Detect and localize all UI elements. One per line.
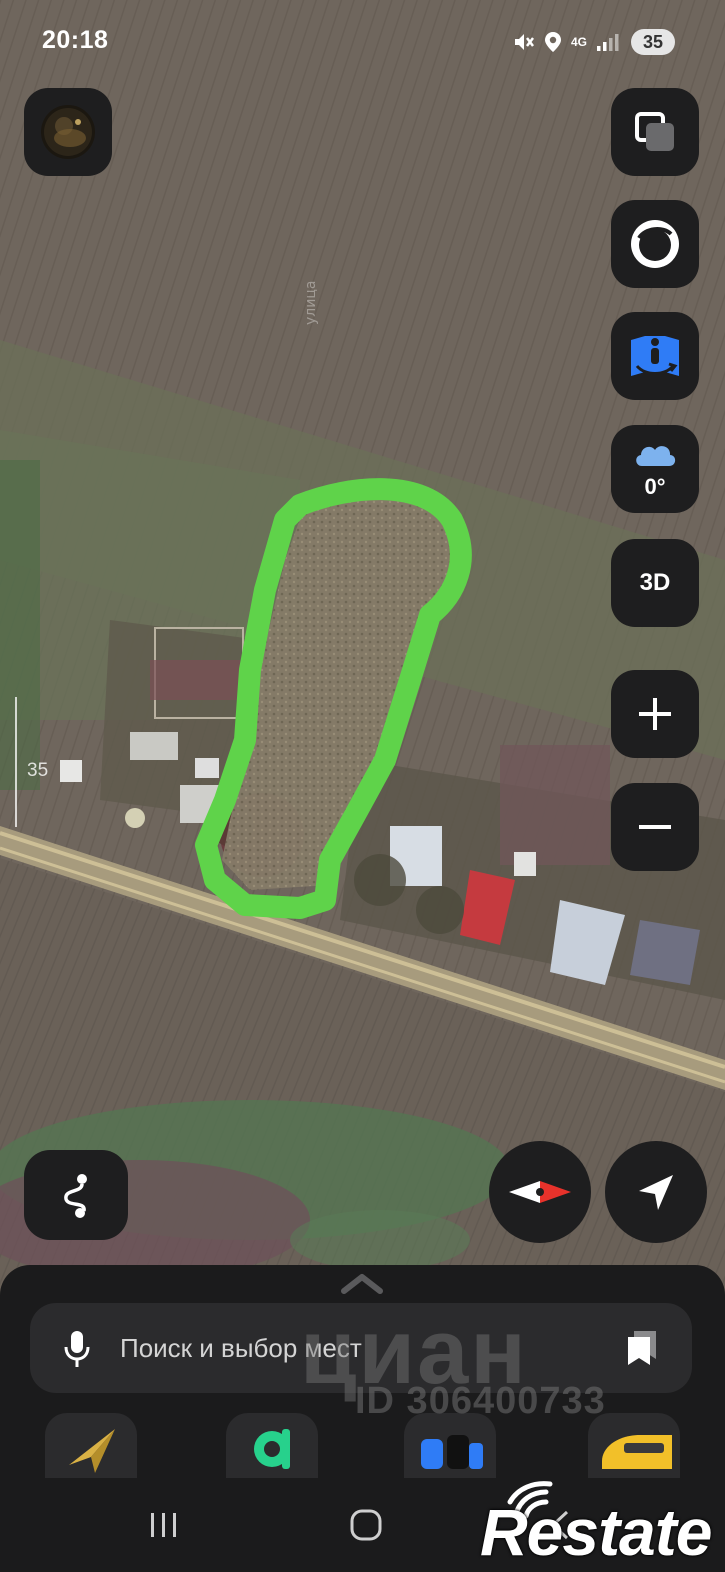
3d-toggle-button[interactable]: 3D: [611, 539, 699, 627]
minus-icon: [639, 825, 671, 829]
weather-temperature: 0°: [644, 474, 666, 499]
layers-button[interactable]: [611, 88, 699, 176]
quick-app-transport[interactable]: [226, 1413, 318, 1483]
microphone-icon[interactable]: [62, 1329, 92, 1369]
alice-assistant-button[interactable]: [611, 200, 699, 288]
svg-text:улица: улица: [303, 281, 319, 325]
mute-icon: [514, 34, 534, 50]
profile-button[interactable]: [24, 88, 112, 176]
recent-apps-button[interactable]: [104, 1478, 224, 1572]
quick-apps-row: [0, 1413, 725, 1483]
compass-button[interactable]: [489, 1141, 591, 1243]
quick-app-carsharing[interactable]: [588, 1413, 680, 1483]
status-bar: 20:18 4G 35: [0, 0, 725, 80]
layers-icon: [635, 112, 674, 151]
navigation-arrow-icon: [639, 1175, 673, 1210]
status-time: 20:18: [42, 26, 109, 54]
transport-icon: [254, 1429, 290, 1469]
cloud-icon: [636, 446, 676, 466]
routes-button[interactable]: [24, 1150, 128, 1240]
3d-label: 3D: [639, 569, 671, 596]
restate-logo: Restate: [480, 1481, 725, 1572]
recent-apps-icon: [151, 1513, 176, 1537]
status-icons: 4G 35: [513, 28, 675, 56]
zoom-out-button[interactable]: [611, 783, 699, 871]
signal-icon: [597, 34, 619, 51]
navigator-icon: [69, 1429, 115, 1473]
avatar-icon: [41, 105, 95, 159]
quick-app-taxi[interactable]: [404, 1413, 496, 1483]
map-scale-ruler: [15, 697, 17, 827]
map-scale-label: 35: [27, 760, 49, 781]
location-icon: [544, 32, 561, 52]
street-view-icon: [631, 336, 679, 376]
zoom-in-button[interactable]: [611, 670, 699, 758]
home-icon: [350, 1509, 382, 1541]
network-type: 4G: [570, 34, 587, 49]
my-location-button[interactable]: [605, 1141, 707, 1243]
home-button[interactable]: [306, 1478, 426, 1572]
panorama-button[interactable]: [611, 312, 699, 400]
alice-icon: [631, 220, 679, 268]
chevron-up-icon[interactable]: [338, 1271, 386, 1297]
bookmarks-icon[interactable]: [622, 1327, 662, 1367]
restate-logo-text: Restate: [480, 1495, 712, 1569]
plus-icon: [639, 698, 671, 730]
quick-app-navigator[interactable]: [45, 1413, 137, 1483]
compass-icon: [509, 1181, 571, 1203]
battery-indicator: 35: [631, 29, 675, 55]
route-icon: [64, 1174, 87, 1218]
weather-button[interactable]: 0°: [611, 425, 699, 513]
listing-id-watermark: ID 306400733: [355, 1380, 606, 1422]
